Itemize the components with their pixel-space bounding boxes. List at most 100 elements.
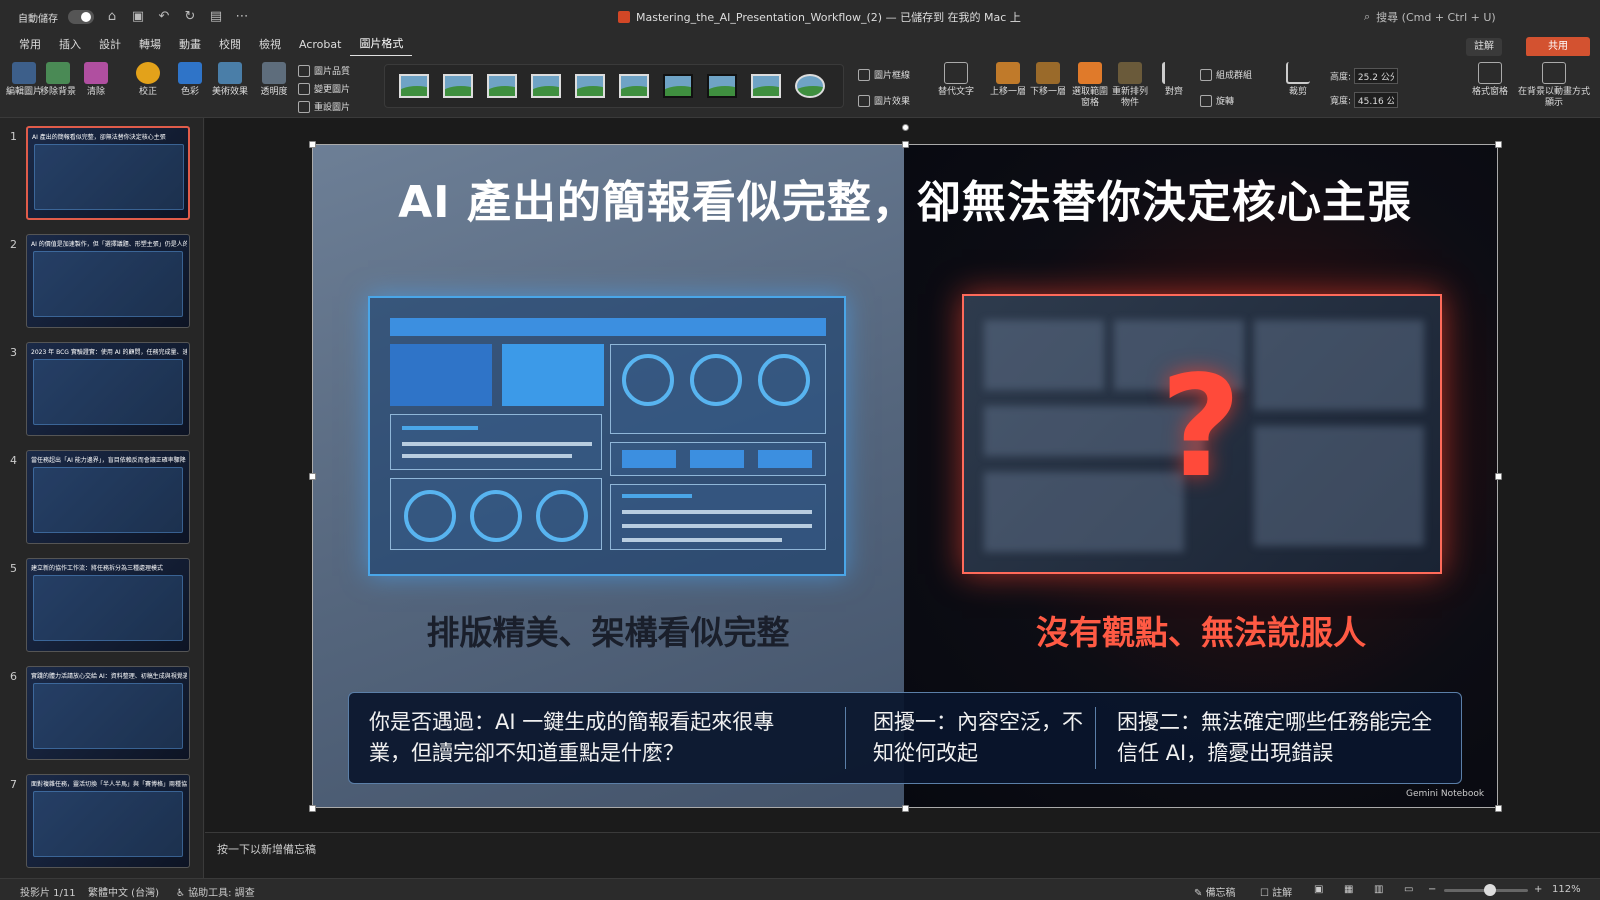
transparency-button[interactable]: 透明度 — [256, 62, 292, 98]
slide-thumbnail-1[interactable]: AI 產出的簡報看似完整，卻無法替你決定核心主張 — [26, 126, 190, 220]
slide-sorter-icon[interactable]: ▦ — [1344, 884, 1353, 895]
resize-handle[interactable] — [309, 141, 316, 148]
bring-forward-button[interactable]: 上移一層 — [990, 62, 1026, 98]
reading-view-icon[interactable]: ▥ — [1374, 884, 1383, 895]
zoom-out-icon[interactable]: − — [1428, 884, 1436, 895]
status-bar: 投影片 1/11 繁體中文 (台灣) ♿ 協助工具: 調查 ✎ 備忘稿 ☐ 註解… — [0, 878, 1600, 900]
alt-text-icon — [944, 62, 968, 84]
slide-canvas[interactable]: AI 產出的簡報看似完整，卻無法替你決定核心主張 ? 排版精美、架構看似完整 沒… — [312, 144, 1498, 808]
artistic-effects-button[interactable]: 美術效果 — [212, 62, 248, 98]
share-button[interactable]: 共用 — [1526, 37, 1590, 57]
group-button[interactable]: 組成群組 — [1200, 68, 1252, 81]
comments-toggle[interactable]: ☐ 註解 — [1260, 884, 1292, 899]
picture-style-1[interactable] — [399, 74, 429, 98]
tab-animations[interactable]: 動畫 — [170, 34, 210, 56]
edit-picture-button[interactable]: 編輯圖片 — [6, 62, 42, 98]
slide-thumbnail-2[interactable]: AI 的價值是加速製作，但「選擇議題、形塑主張」仍是人的工作 — [26, 234, 190, 328]
picture-effects-button[interactable]: 圖片效果 — [858, 94, 910, 107]
clear-button[interactable]: 清除 — [78, 62, 114, 98]
picture-style-7[interactable] — [663, 74, 693, 98]
tab-insert[interactable]: 插入 — [50, 34, 90, 56]
slide-thumbnail-6[interactable]: 實踐的體力活請放心交給 AI：資料整理、初稿生成與視覺選項 — [26, 666, 190, 760]
autosave-label: 自動儲存 — [18, 13, 58, 25]
resize-handle[interactable] — [1495, 805, 1502, 812]
send-backward-icon — [1036, 62, 1060, 84]
reset-picture-button[interactable]: 重設圖片 — [298, 100, 350, 113]
change-picture-button[interactable]: 變更圖片 — [298, 82, 350, 95]
autosave-toggle[interactable] — [68, 10, 94, 24]
send-backward-button[interactable]: 下移一層 — [1030, 62, 1066, 98]
resize-handle[interactable] — [309, 473, 316, 480]
format-pane-button[interactable]: 格式窗格 — [1472, 62, 1508, 98]
tab-transitions[interactable]: 轉場 — [130, 34, 170, 56]
tab-picture-format[interactable]: 圖片格式 — [350, 33, 413, 57]
more-icon[interactable]: ⋯ — [234, 9, 250, 25]
slide-thumbnail-4[interactable]: 當任務超出「AI 能力邊界」，盲目依賴反而會讓正確率驟降 — [26, 450, 190, 544]
resize-handle[interactable] — [902, 141, 909, 148]
normal-view-icon[interactable]: ▣ — [1314, 884, 1323, 895]
reorder-objects-button[interactable]: 重新排列物件 — [1112, 62, 1148, 109]
tab-acrobat[interactable]: Acrobat — [290, 34, 350, 56]
ring-chart-icon — [758, 354, 810, 406]
align-button[interactable]: 對齊 — [1156, 62, 1192, 98]
resize-handle[interactable] — [1495, 141, 1502, 148]
picture-style-10[interactable] — [795, 74, 825, 98]
illustration-bar — [390, 318, 826, 336]
picture-quality-button[interactable]: 圖片品質 — [298, 64, 350, 77]
slideshow-icon[interactable]: ▭ — [1404, 884, 1413, 895]
picture-style-9[interactable] — [751, 74, 781, 98]
search-label: 搜尋 (Cmd + Ctrl + U) — [1376, 11, 1496, 24]
picture-border-button[interactable]: 圖片框線 — [858, 68, 910, 81]
accessibility-indicator[interactable]: ♿ 協助工具: 調查 — [176, 884, 255, 899]
resize-handle[interactable] — [309, 805, 316, 812]
color-button[interactable]: 色彩 — [172, 62, 208, 98]
slide-title: AI 產出的簡報看似完整，卻無法替你決定核心主張 — [398, 177, 1412, 228]
slide-number: 4 — [10, 454, 17, 467]
picture-style-3[interactable] — [487, 74, 517, 98]
picture-style-8[interactable] — [707, 74, 737, 98]
document-title[interactable]: Mastering_the_AI_Presentation_Workflow_(… — [618, 9, 1021, 25]
slide-thumbnail-3[interactable]: 2023 年 BCG 實驗證實：使用 AI 的顧問，任務完成量、速度與品質大幅提… — [26, 342, 190, 436]
alt-text-button[interactable]: 替代文字 — [938, 62, 974, 98]
zoom-level[interactable]: 112% — [1552, 884, 1581, 895]
corrections-button[interactable]: 校正 — [130, 62, 166, 98]
selection-pane-button[interactable]: 選取範圍窗格 — [1072, 62, 1108, 109]
picture-style-2[interactable] — [443, 74, 473, 98]
tab-design[interactable]: 設計 — [90, 34, 130, 56]
zoom-in-icon[interactable]: + — [1534, 884, 1542, 895]
undo-icon[interactable]: ↶ — [156, 9, 172, 25]
picture-style-4[interactable] — [531, 74, 561, 98]
remove-background-button[interactable]: 移除背景 — [40, 62, 76, 98]
resize-handle[interactable] — [1495, 473, 1502, 480]
slide-thumbnail-7[interactable]: 面對複雜任務，靈活切換「半人半馬」與「賽博格」兩種協作模式 — [26, 774, 190, 868]
speaker-notes[interactable]: 按一下以新增備忘稿 — [205, 832, 1600, 878]
picture-styles-gallery[interactable] — [384, 64, 844, 108]
tab-view[interactable]: 檢視 — [250, 34, 290, 56]
eraser-icon — [84, 62, 108, 84]
slide-thumbnail-5[interactable]: 建立新的協作工作流：將任務拆分為三種處理模式 — [26, 558, 190, 652]
redo-icon[interactable]: ↻ — [182, 9, 198, 25]
tab-home[interactable]: 常用 — [10, 34, 50, 56]
picture-style-6[interactable] — [619, 74, 649, 98]
language-indicator[interactable]: 繁體中文 (台灣) — [88, 884, 159, 899]
picture-style-5[interactable] — [575, 74, 605, 98]
rotate-handle[interactable] — [902, 124, 909, 131]
search-box[interactable]: ⌕ 搜尋 (Cmd + Ctrl + U) — [1364, 9, 1496, 25]
crop-button[interactable]: 裁剪 — [1280, 62, 1316, 98]
comment-button[interactable]: 註解 — [1466, 38, 1502, 56]
layout-icon[interactable]: ▤ — [208, 9, 224, 25]
height-input[interactable] — [1353, 68, 1398, 84]
resize-handle[interactable] — [902, 805, 909, 812]
blurred-block — [984, 472, 1184, 552]
save-icon[interactable]: ▣ — [130, 9, 146, 25]
tab-review[interactable]: 校閱 — [210, 34, 250, 56]
notes-toggle[interactable]: ✎ 備忘稿 — [1194, 884, 1236, 899]
slide-counter: 投影片 1/11 — [20, 888, 76, 899]
width-input[interactable] — [1353, 92, 1398, 108]
zoom-slider-handle[interactable] — [1484, 884, 1496, 896]
rotate-button[interactable]: 旋轉 — [1200, 94, 1234, 107]
slide-thumbnail-title: 建立新的協作工作流：將任務拆分為三種處理模式 — [31, 565, 164, 572]
picture-quality-icon — [298, 64, 310, 77]
animate-background-button[interactable]: 在背景以動畫方式顯示 — [1518, 62, 1590, 109]
home-icon[interactable]: ⌂ — [104, 9, 120, 25]
